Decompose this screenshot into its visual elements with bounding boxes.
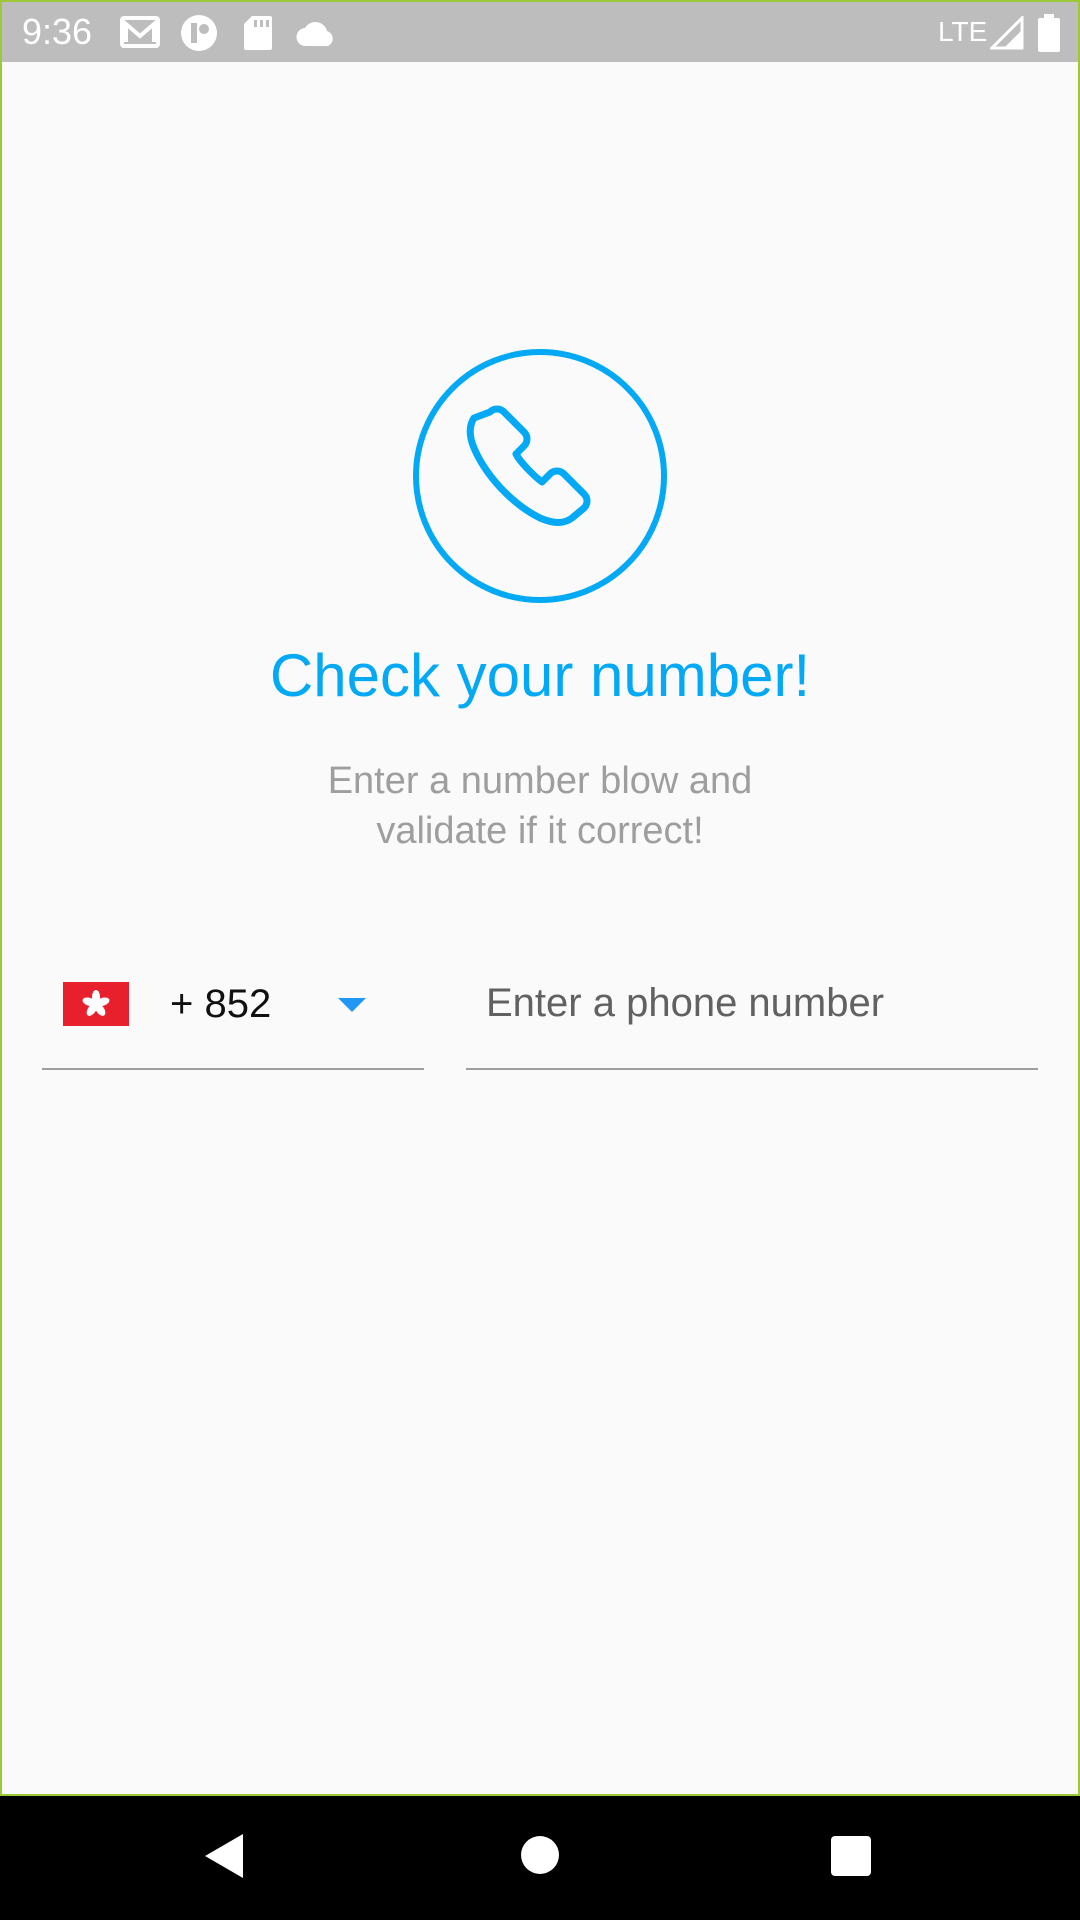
subtitle-line-1: Enter a number blow and <box>327 760 753 802</box>
page-title: Check your number! <box>269 642 811 709</box>
home-icon[interactable] <box>521 1836 559 1874</box>
chevron-down-icon <box>338 998 366 1012</box>
gmail-icon <box>120 16 160 53</box>
status-time: 9:36 <box>22 11 93 52</box>
back-icon[interactable] <box>205 1834 243 1878</box>
phone-icon <box>412 348 668 604</box>
country-code-picker[interactable]: + 852 <box>42 960 424 1070</box>
sd-card-icon <box>244 16 272 55</box>
page-subtitle: Enter a number blow and validate if it c… <box>0 756 1080 856</box>
phone-input-container <box>466 960 1038 1070</box>
status-bar: 9:36 LTE <box>2 2 1078 62</box>
hong-kong-flag-icon <box>63 982 129 1026</box>
subtitle-line-2: validate if it correct! <box>376 810 704 852</box>
navigation-bar <box>0 1796 1080 1920</box>
signal-icon <box>988 14 1024 55</box>
cloud-icon <box>296 20 336 51</box>
dial-code: + 852 <box>170 982 272 1026</box>
battery-icon <box>1038 14 1060 57</box>
recents-icon[interactable] <box>831 1836 871 1876</box>
network-type: LTE <box>938 16 988 47</box>
app-frame <box>0 0 1080 1796</box>
app-circle-icon <box>180 14 218 57</box>
phone-number-input[interactable] <box>486 978 1026 1028</box>
